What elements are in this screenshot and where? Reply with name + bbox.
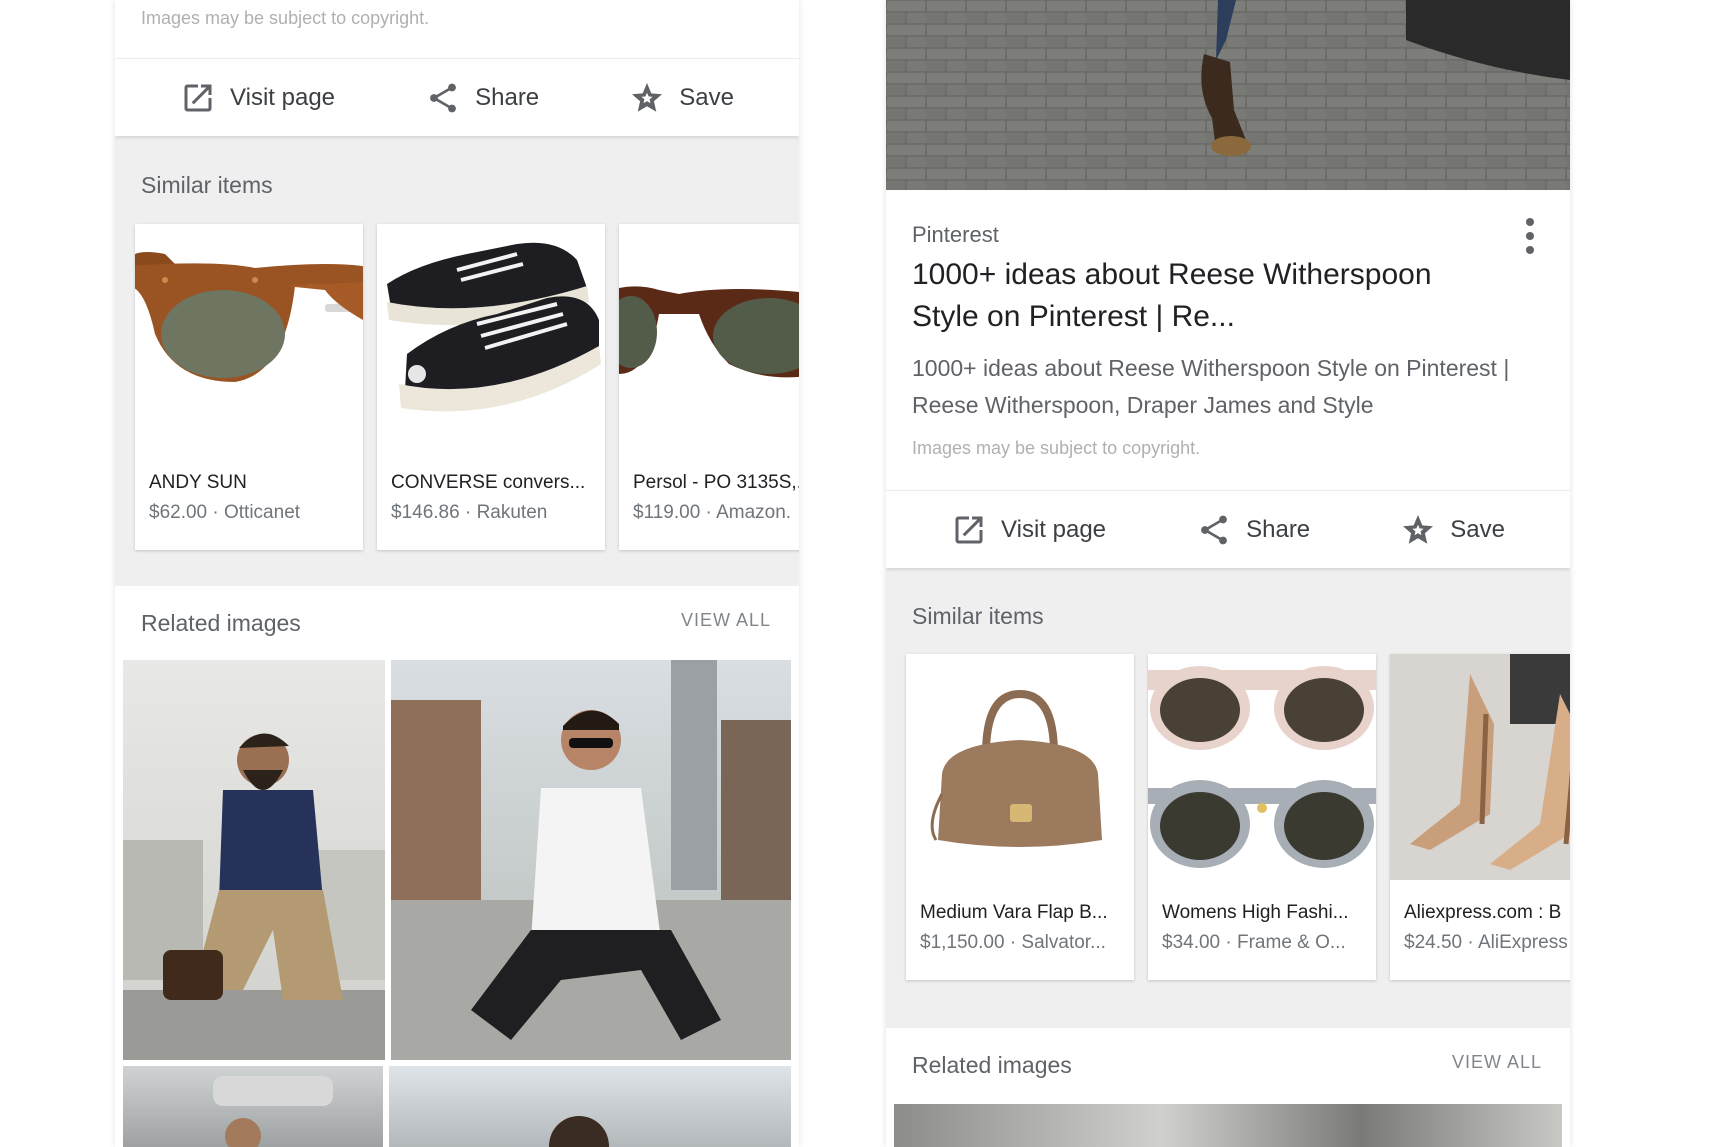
- right-result-panel: Pinterest 1000+ ideas about Reese Wither…: [886, 0, 1570, 1147]
- left-result-panel: Images may be subject to copyright. Visi…: [115, 0, 799, 1147]
- copyright-notice: Images may be subject to copyright.: [141, 8, 430, 28]
- open-in-new-icon: [955, 516, 983, 543]
- share-label: Share: [1246, 515, 1311, 543]
- view-all-link[interactable]: VIEW ALL: [681, 610, 771, 631]
- visit-page-button[interactable]: Visit page: [180, 80, 335, 116]
- related-image-thumbnail[interactable]: [123, 1066, 383, 1147]
- item-price: $62.00 · Otticanet: [149, 502, 301, 523]
- result-card-bottom: Images may be subject to copyright.: [115, 0, 799, 58]
- share-label: Share: [475, 83, 540, 111]
- copyright-notice: Images may be subject to copyright.: [912, 438, 1201, 458]
- more-vert-icon[interactable]: [1520, 216, 1540, 256]
- result-title[interactable]: 1000+ ideas about Reese Witherspoon Styl…: [912, 254, 1472, 338]
- similar-items-carousel: Medium Vara Flap B... $1,150.00 · Salvat…: [906, 654, 1570, 980]
- item-price: $34.00 · Frame & O...: [1162, 932, 1346, 953]
- product-image: [1390, 654, 1570, 880]
- visit-page-button[interactable]: Visit page: [951, 512, 1106, 548]
- share-icon: [430, 83, 457, 112]
- open-in-new-icon: [184, 84, 212, 111]
- star-save-icon: [1403, 514, 1434, 544]
- product-image: [135, 224, 363, 450]
- product-image: [906, 654, 1134, 880]
- similar-items-heading: Similar items: [912, 603, 1044, 629]
- related-images-heading: Related images: [912, 1052, 1072, 1078]
- visit-page-label: Visit page: [230, 83, 336, 111]
- save-label: Save: [1450, 515, 1505, 543]
- visit-page-label: Visit page: [1001, 515, 1107, 543]
- item-price: $24.50 · AliExpress: [1404, 932, 1568, 953]
- star-save-icon: [632, 82, 663, 112]
- similar-items-heading: Similar items: [141, 172, 273, 198]
- product-image: [377, 224, 605, 450]
- product-image: [619, 224, 799, 450]
- result-description: 1000+ ideas about Reese Witherspoon Styl…: [912, 355, 1510, 418]
- similar-item-card[interactable]: Womens High Fashi... $34.00 · Frame & O.…: [1148, 654, 1376, 980]
- related-images-section: Related images VIEW ALL: [115, 586, 799, 1147]
- main-result-image[interactable]: [886, 0, 1570, 190]
- save-button[interactable]: Save: [629, 80, 734, 116]
- product-image: [1148, 654, 1376, 880]
- related-images-heading: Related images: [141, 610, 301, 636]
- item-name: ANDY SUN: [149, 472, 247, 493]
- similar-item-card[interactable]: CONVERSE convers... $146.86 · Rakuten: [377, 224, 605, 550]
- item-name: Aliexpress.com : B: [1404, 902, 1562, 923]
- save-label: Save: [679, 83, 734, 111]
- related-image-thumbnail[interactable]: [391, 660, 791, 1060]
- item-name: Womens High Fashi...: [1162, 902, 1349, 923]
- item-name: Persol - PO 3135S,...: [633, 472, 799, 493]
- result-source: Pinterest: [912, 222, 999, 247]
- share-icon: [1201, 515, 1228, 544]
- action-bar: Visit page Share Save: [886, 490, 1570, 568]
- related-image-thumbnail[interactable]: [894, 1104, 1562, 1147]
- related-images-section: Related images VIEW ALL: [886, 1028, 1570, 1147]
- similar-item-card[interactable]: ANDY SUN $62.00 · Otticanet: [135, 224, 363, 550]
- share-button[interactable]: Share: [1196, 512, 1310, 548]
- result-info-card: Pinterest 1000+ ideas about Reese Wither…: [886, 190, 1570, 490]
- similar-item-card[interactable]: Persol - PO 3135S,... $119.00 · Amazon.: [619, 224, 799, 550]
- related-image-thumbnail[interactable]: [389, 1066, 791, 1147]
- similar-items-carousel: ANDY SUN $62.00 · Otticanet CONVERSE con…: [135, 224, 799, 550]
- save-button[interactable]: Save: [1400, 512, 1505, 548]
- item-price: $119.00 · Amazon.: [633, 502, 792, 523]
- item-name: CONVERSE convers...: [391, 472, 586, 493]
- item-price: $146.86 · Rakuten: [391, 502, 548, 523]
- share-button[interactable]: Share: [425, 80, 539, 116]
- similar-item-card[interactable]: Aliexpress.com : B $24.50 · AliExpress: [1390, 654, 1570, 980]
- item-price: $1,150.00 · Salvator...: [920, 932, 1106, 953]
- action-bar: Visit page Share Save: [115, 58, 799, 136]
- similar-item-card[interactable]: Medium Vara Flap B... $1,150.00 · Salvat…: [906, 654, 1134, 980]
- view-all-link[interactable]: VIEW ALL: [1452, 1052, 1542, 1073]
- related-image-thumbnail[interactable]: [123, 660, 385, 1060]
- item-name: Medium Vara Flap B...: [920, 902, 1108, 923]
